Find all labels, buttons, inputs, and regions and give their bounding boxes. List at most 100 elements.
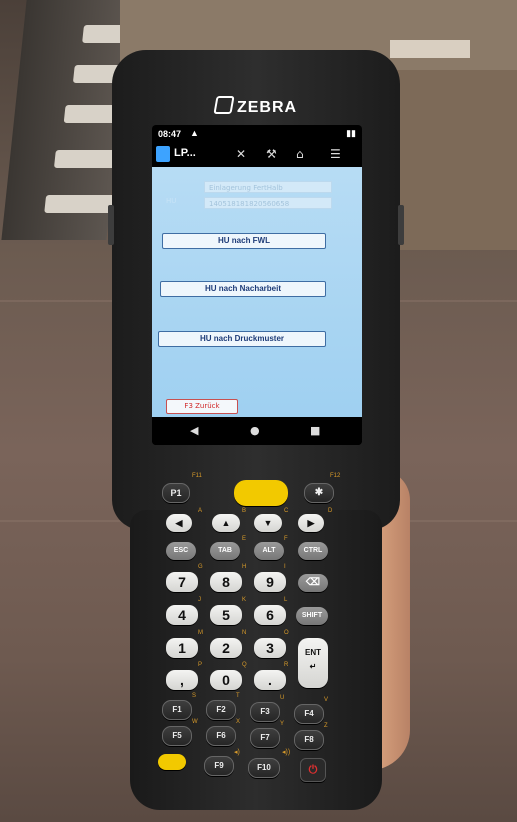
- scan-trigger-key[interactable]: [234, 480, 288, 506]
- p1-key[interactable]: P1: [162, 483, 190, 503]
- yellow-function-key[interactable]: [158, 754, 186, 770]
- letter-e: E: [242, 536, 247, 542]
- letter-o: O: [284, 630, 289, 636]
- backspace-key[interactable]: ⌫: [298, 574, 328, 592]
- shift-key[interactable]: SHIFT: [296, 607, 328, 625]
- hu-number-field[interactable]: 140518181820560658: [204, 197, 332, 209]
- letter-i: I: [284, 564, 286, 570]
- letter-m: M: [198, 630, 203, 636]
- f6-key[interactable]: F6: [206, 726, 236, 746]
- power-icon[interactable]: ⏻: [300, 758, 326, 782]
- back-button[interactable]: F3 Zurück: [166, 399, 238, 414]
- letter-n: N: [242, 630, 247, 636]
- alt-key[interactable]: ALT: [254, 542, 284, 560]
- key-0[interactable]: 0: [210, 670, 242, 690]
- letter-p: P: [198, 662, 203, 668]
- hu-nach-nacharbeit-button[interactable]: HU nach Nacharbeit: [160, 281, 326, 297]
- f3-key[interactable]: F3: [250, 702, 280, 722]
- nav-recent-icon[interactable]: ■: [310, 424, 320, 437]
- letter-s: S: [192, 693, 197, 699]
- key-7[interactable]: 7: [166, 572, 198, 592]
- f9-key[interactable]: F9: [204, 756, 234, 776]
- letter-t: T: [236, 693, 240, 699]
- f10-key[interactable]: F10: [248, 758, 280, 778]
- f2-key[interactable]: F2: [206, 700, 236, 720]
- warning-icon: ▲: [190, 128, 199, 138]
- battery-icon: ▮▮: [346, 128, 356, 138]
- right-side-button[interactable]: [398, 205, 404, 245]
- close-icon[interactable]: ✕: [236, 147, 246, 161]
- zebra-scanner: ZEBRA 08:47 ▲ ▮▮ LP... ✕ ⚒ ⌂ ☰ HU Einlag…: [108, 50, 404, 810]
- up-arrow-key[interactable]: ▲: [212, 514, 240, 532]
- letter-j: J: [198, 597, 201, 603]
- down-arrow-key[interactable]: ▼: [254, 514, 282, 532]
- nav-home-icon[interactable]: ●: [250, 424, 260, 437]
- hu-nach-druckmuster-button[interactable]: HU nach Druckmuster: [158, 331, 326, 347]
- letter-q: Q: [242, 662, 247, 668]
- hu-label: HU: [166, 197, 177, 205]
- menu-icon[interactable]: ☰: [330, 147, 341, 161]
- ctrl-key[interactable]: CTRL: [298, 542, 328, 560]
- f12-label: F12: [330, 473, 341, 479]
- enter-key[interactable]: ENT ↵: [298, 638, 328, 688]
- letter-r: R: [284, 662, 289, 668]
- left-side-button[interactable]: [108, 205, 114, 245]
- key-5[interactable]: 5: [210, 605, 242, 625]
- enter-key-label: ENT: [305, 648, 321, 657]
- letter-c: C: [284, 508, 289, 514]
- key-4[interactable]: 4: [166, 605, 198, 625]
- letter-w: W: [192, 719, 198, 725]
- f5-key[interactable]: F5: [162, 726, 192, 746]
- star-key[interactable]: ✱: [304, 483, 334, 503]
- tab-key[interactable]: TAB: [210, 542, 240, 560]
- android-nav-bar: ◀ ● ■: [152, 417, 362, 445]
- right-arrow-key[interactable]: ▶: [298, 514, 324, 532]
- letter-x: X: [236, 719, 241, 725]
- app-icon[interactable]: [156, 146, 170, 162]
- left-arrow-key[interactable]: ◀: [166, 514, 192, 532]
- zebra-icon: [213, 96, 235, 114]
- key-1[interactable]: 1: [166, 638, 198, 658]
- volume-up-icon: ◂)): [282, 749, 291, 756]
- key-2[interactable]: 2: [210, 638, 242, 658]
- key-6[interactable]: 6: [254, 605, 286, 625]
- app-toolbar: LP... ✕ ⚒ ⌂ ☰: [152, 143, 362, 167]
- letter-b: B: [242, 508, 247, 514]
- f8-key[interactable]: F8: [294, 730, 324, 750]
- carton-stack: [390, 70, 517, 250]
- letter-a: A: [198, 508, 203, 514]
- hu-nach-fwl-button[interactable]: HU nach FWL: [162, 233, 326, 249]
- esc-key[interactable]: ESC: [166, 542, 196, 560]
- nav-back-icon[interactable]: ◀: [190, 424, 198, 437]
- letter-f: F: [284, 536, 288, 542]
- device-screen: 08:47 ▲ ▮▮ LP... ✕ ⚒ ⌂ ☰ HU Einlagerung …: [152, 125, 362, 445]
- home-icon[interactable]: ⌂: [296, 147, 304, 161]
- storage-field: Einlagerung FertHalb: [204, 181, 332, 193]
- letter-d: D: [328, 508, 333, 514]
- letter-v: V: [324, 697, 329, 703]
- letter-l: L: [284, 597, 288, 603]
- f1-key[interactable]: F1: [162, 700, 192, 720]
- status-bar: 08:47 ▲ ▮▮: [152, 125, 362, 143]
- carton-label: [390, 40, 470, 58]
- letter-g: G: [198, 564, 203, 570]
- key-8[interactable]: 8: [210, 572, 242, 592]
- brand-logo: ZEBRA: [112, 96, 400, 117]
- key-9[interactable]: 9: [254, 572, 286, 592]
- letter-u: U: [280, 695, 285, 701]
- comma-key[interactable]: ,: [166, 670, 198, 690]
- f4-key[interactable]: F4: [294, 704, 324, 724]
- status-time: 08:47: [158, 129, 182, 139]
- period-key[interactable]: .: [254, 670, 286, 690]
- f11-label: F11: [192, 473, 202, 479]
- letter-y: Y: [280, 721, 285, 727]
- f7-key[interactable]: F7: [250, 728, 280, 748]
- letter-h: H: [242, 564, 247, 570]
- app-title: LP...: [174, 147, 196, 159]
- wrench-icon[interactable]: ⚒: [266, 147, 277, 161]
- volume-down-icon: ◂): [234, 749, 240, 756]
- enter-arrow-icon: ↵: [309, 662, 317, 671]
- app-content: HU Einlagerung FertHalb 1405181818205606…: [152, 167, 362, 417]
- letter-z: Z: [324, 723, 328, 729]
- key-3[interactable]: 3: [254, 638, 286, 658]
